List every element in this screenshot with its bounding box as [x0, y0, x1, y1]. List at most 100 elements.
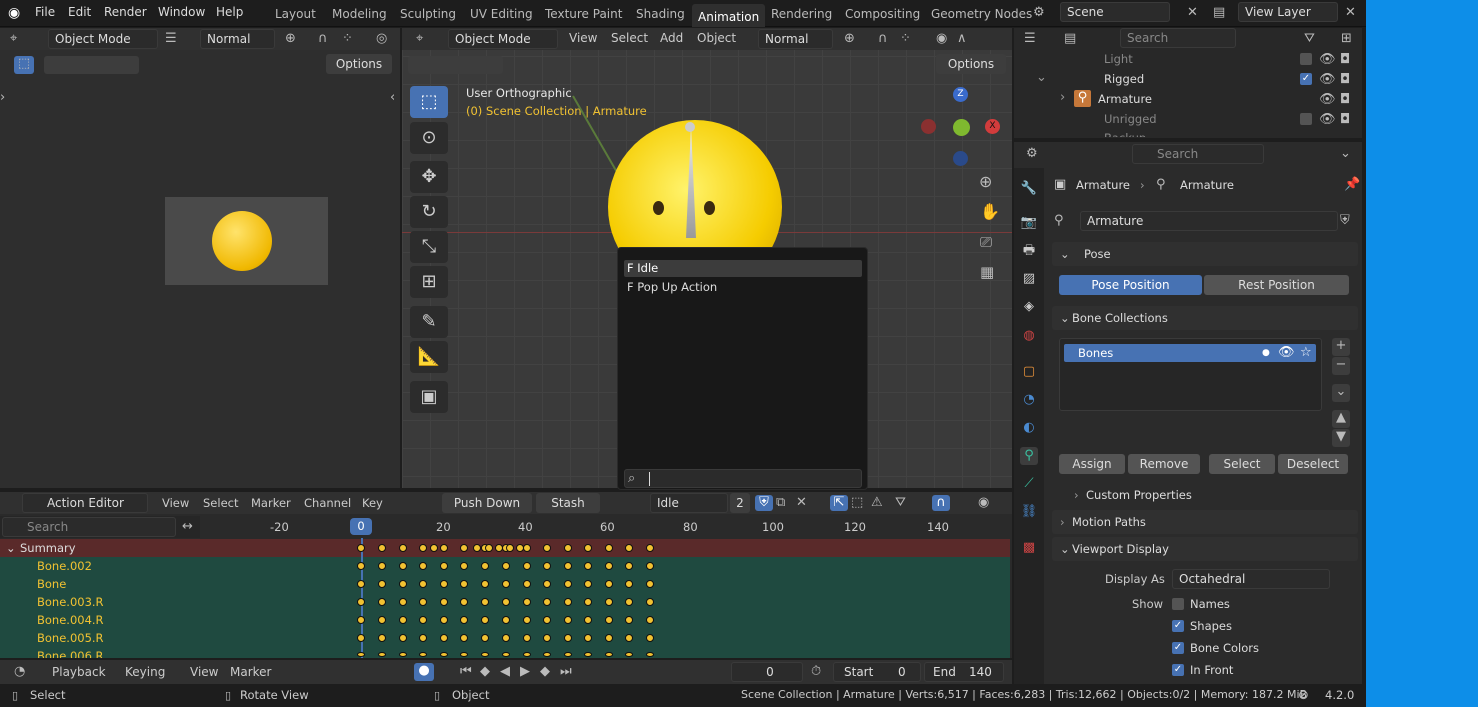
menu-help[interactable]: Help	[216, 5, 243, 19]
jump-end-icon[interactable]: ⏭	[560, 664, 572, 680]
rest-position-button[interactable]: Rest Position	[1204, 275, 1349, 295]
menu-icon[interactable]: ☰	[165, 31, 177, 47]
keyframe[interactable]	[419, 652, 427, 657]
pin-icon[interactable]: 📌	[1344, 177, 1360, 193]
keyframe[interactable]	[543, 562, 551, 570]
keyframe[interactable]	[646, 634, 654, 642]
keyframe[interactable]	[357, 562, 365, 570]
measure-tool[interactable]: 📐	[410, 341, 448, 373]
keyframe[interactable]	[460, 616, 468, 624]
stopwatch-icon[interactable]: ⏱	[811, 664, 821, 680]
keyframe[interactable]	[584, 544, 592, 552]
keyframe[interactable]	[625, 544, 633, 552]
keyframe[interactable]	[481, 616, 489, 624]
keyframe[interactable]	[357, 598, 365, 606]
keyframe[interactable]	[625, 598, 633, 606]
keyframe[interactable]	[543, 634, 551, 642]
collection-visibility-icon[interactable]: 👁	[1278, 345, 1295, 361]
camera-view-icon[interactable]: ⎚	[980, 234, 992, 250]
add-collection-icon[interactable]: +	[1332, 338, 1350, 356]
output-tab-icon[interactable]: 🖶	[1020, 242, 1038, 260]
left-shading-dropdown[interactable]: Normal	[200, 29, 275, 49]
keyframe[interactable]	[605, 634, 613, 642]
scene-icon[interactable]: ⚙	[1033, 5, 1045, 21]
close-scene-icon[interactable]: ✕	[1187, 5, 1198, 21]
rigged-visibility-icon[interactable]: 👁	[1319, 72, 1336, 88]
tab-layout[interactable]: Layout	[275, 7, 316, 21]
render-tab-icon[interactable]: 📷	[1020, 214, 1038, 232]
bone-colors-checkbox[interactable]: ✓	[1172, 642, 1184, 654]
keyframe[interactable]	[625, 562, 633, 570]
jump-start-icon[interactable]: ⏮	[460, 664, 472, 680]
keyframe[interactable]	[584, 634, 592, 642]
transform-tool[interactable]: ⊞	[410, 266, 448, 298]
keyframe[interactable]	[523, 562, 531, 570]
display-as-dropdown[interactable]: Octahedral	[1172, 569, 1330, 589]
properties-editor-icon[interactable]: ⚙	[1026, 146, 1038, 162]
keyframe[interactable]	[357, 544, 365, 552]
keyframe[interactable]	[419, 634, 427, 642]
armature-visibility-icon[interactable]: 👁	[1319, 92, 1336, 108]
annotate-tool[interactable]: ✎	[410, 306, 448, 338]
main-proportional-icon[interactable]: ◉	[936, 31, 947, 47]
timeline-view-menu[interactable]: View	[190, 665, 218, 679]
custom-properties-title[interactable]: Custom Properties	[1086, 488, 1192, 502]
pose-position-button[interactable]: Pose Position	[1059, 275, 1202, 295]
play-icon[interactable]: ▶	[520, 664, 530, 680]
scale-tool[interactable]: ⤡	[410, 231, 448, 263]
keyframe[interactable]	[646, 562, 654, 570]
bone-constraint-tab-icon[interactable]: ⛓	[1020, 503, 1038, 521]
collection-specials-icon[interactable]: ⌄	[1332, 384, 1350, 402]
action-search-input[interactable]: ⌕	[624, 469, 862, 488]
expand-armature-icon[interactable]: ›	[1060, 90, 1065, 106]
modifiers-tab-icon[interactable]: ◔	[1020, 391, 1038, 409]
start-frame-field[interactable]: Start 0	[833, 662, 921, 682]
record-icon[interactable]: ●	[414, 663, 434, 681]
snap-icon[interactable]: ∩	[318, 31, 328, 47]
outliner-item-rigged[interactable]: Rigged	[1104, 72, 1144, 86]
keyframe[interactable]	[460, 652, 468, 657]
keyframe[interactable]	[357, 616, 365, 624]
keyframe[interactable]	[584, 580, 592, 588]
close-view-layer-icon[interactable]: ✕	[1345, 5, 1356, 21]
light-exclude-checkbox[interactable]	[1300, 53, 1312, 65]
outliner-search[interactable]: Search	[1120, 28, 1236, 48]
remove-button[interactable]: Remove	[1128, 454, 1200, 474]
bone-tab-icon[interactable]: ⟋	[1020, 475, 1038, 493]
keyframe[interactable]	[646, 544, 654, 552]
keyframe[interactable]	[564, 580, 572, 588]
tab-rendering[interactable]: Rendering	[771, 7, 832, 21]
keyframe[interactable]	[564, 616, 572, 624]
keyframe[interactable]	[460, 544, 468, 552]
keyframe[interactable]	[523, 544, 531, 552]
armature-data-tab-icon[interactable]: ⚲	[1020, 447, 1038, 465]
tab-texture-paint[interactable]: Texture Paint	[545, 7, 622, 21]
rigged-render-icon[interactable]: ◘	[1340, 72, 1350, 88]
keyframe[interactable]	[543, 544, 551, 552]
tab-compositing[interactable]: Compositing	[845, 7, 920, 21]
gizmo-y-axis[interactable]	[953, 119, 970, 136]
light-visibility-icon[interactable]: 👁	[1319, 52, 1336, 68]
keyframe[interactable]	[523, 616, 531, 624]
main-menu-object[interactable]: Object	[697, 31, 736, 45]
keyframe[interactable]	[564, 598, 572, 606]
deselect-button[interactable]: Deselect	[1278, 454, 1348, 474]
keyframe[interactable]	[399, 652, 407, 657]
keyframe[interactable]	[502, 616, 510, 624]
keyframe[interactable]	[378, 616, 386, 624]
keyframe[interactable]	[646, 580, 654, 588]
left-mode-dropdown[interactable]: Object Mode	[48, 29, 158, 49]
pan-hand-icon[interactable]: ✋	[980, 204, 1000, 220]
keyframe[interactable]	[625, 580, 633, 588]
proportional-icon[interactable]: ◎	[376, 31, 387, 47]
action-item-popup[interactable]: F Pop Up Action	[627, 280, 717, 294]
gizmo-neg-z[interactable]	[953, 151, 968, 166]
menu-file[interactable]: File	[35, 5, 55, 19]
keyframe[interactable]	[440, 580, 448, 588]
keyframe[interactable]	[440, 562, 448, 570]
new-collection-icon[interactable]: ⊞	[1341, 31, 1352, 47]
collapse-rigged-icon[interactable]: ⌄	[1036, 70, 1047, 86]
keyframe[interactable]	[605, 652, 613, 657]
scene-tab-icon[interactable]: ◈	[1020, 298, 1038, 316]
view-layer-selector[interactable]: View Layer	[1238, 2, 1338, 22]
